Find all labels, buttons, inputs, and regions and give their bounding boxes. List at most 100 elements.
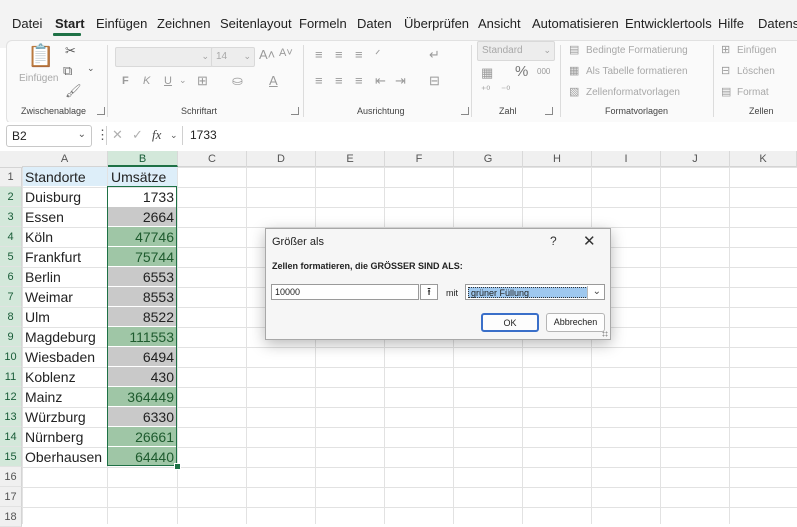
row-header-6[interactable]: 6 xyxy=(0,267,22,287)
cell-a2[interactable]: Duisburg xyxy=(23,187,107,206)
insert-cells-icon[interactable]: ⊞ xyxy=(721,43,730,56)
fill-color-icon[interactable]: ⛀ xyxy=(232,73,243,89)
underline-icon[interactable]: U xyxy=(164,75,172,87)
wrap-text-icon[interactable]: ↵ xyxy=(429,47,440,63)
cancel-icon[interactable]: ✕ xyxy=(112,127,123,143)
row-header-16[interactable]: 16 xyxy=(0,467,22,487)
format-as-table-button[interactable]: Als Tabelle formatieren xyxy=(586,66,688,77)
thousands-icon[interactable]: 000 xyxy=(537,67,550,76)
resize-grip-icon[interactable] xyxy=(602,331,608,337)
menu-seitenlayout[interactable]: Seitenlayout xyxy=(220,16,292,31)
copy-dropdown-icon[interactable]: ⌄ xyxy=(87,63,95,74)
number-format-select[interactable]: Standard ⌄ xyxy=(477,41,555,61)
cell-a13[interactable]: Würzburg xyxy=(23,407,107,426)
chevron-down-icon[interactable]: ⌄ xyxy=(78,129,86,140)
cell-b2[interactable]: 1733 xyxy=(108,187,177,206)
cell-b7[interactable]: 8553 xyxy=(108,287,177,306)
cell-a9[interactable]: Magdeburg xyxy=(23,327,107,346)
menu-automatisieren[interactable]: Automatisieren xyxy=(532,16,619,31)
row-header-17[interactable]: 17 xyxy=(0,487,22,507)
menu-entwicklertools[interactable]: Entwicklertools xyxy=(625,16,712,31)
column-header-c[interactable]: C xyxy=(178,151,247,167)
select-all-corner[interactable] xyxy=(0,151,23,168)
format-painter-icon[interactable]: 🖌 xyxy=(65,83,82,99)
cell-b3[interactable]: 2664 xyxy=(108,207,177,226)
increase-decimal-icon[interactable]: ⁺⁰ xyxy=(481,85,490,96)
help-icon[interactable]: ? xyxy=(550,234,557,248)
conditional-formatting-button[interactable]: Bedingte Formatierung xyxy=(586,45,688,56)
font-color-icon[interactable]: A xyxy=(269,73,278,88)
menu-start[interactable]: Start xyxy=(55,16,85,31)
close-icon[interactable]: ✕ xyxy=(583,232,596,250)
borders-icon[interactable]: ⊞ xyxy=(197,73,208,89)
cell-styles-icon[interactable]: ▧ xyxy=(569,85,579,98)
cut-icon[interactable]: ✂ xyxy=(65,43,76,59)
fill-handle[interactable] xyxy=(174,463,181,470)
column-header-e[interactable]: E xyxy=(316,151,385,167)
menu-datenst[interactable]: Datenst xyxy=(758,16,797,31)
align-left-icon[interactable]: ≡ xyxy=(315,73,323,88)
cell-a10[interactable]: Wiesbaden xyxy=(23,347,107,366)
row-header-14[interactable]: 14 xyxy=(0,427,22,447)
cell-a14[interactable]: Nürnberg xyxy=(23,427,107,446)
column-header-f[interactable]: F xyxy=(385,151,454,167)
grow-font-icon[interactable]: A˄ xyxy=(259,47,275,62)
orientation-icon[interactable]: ᐟ xyxy=(375,47,381,63)
enter-icon[interactable]: ✓ xyxy=(132,127,143,143)
row-header-11[interactable]: 11 xyxy=(0,367,22,387)
cell-b1[interactable]: Umsätze xyxy=(108,167,177,186)
percent-icon[interactable]: % xyxy=(515,63,528,80)
align-center-icon[interactable]: ≡ xyxy=(335,73,343,88)
format-cells-icon[interactable]: ▤ xyxy=(721,85,731,98)
currency-icon[interactable]: ▦ xyxy=(481,65,493,81)
insert-cells-button[interactable]: Einfügen xyxy=(737,45,776,56)
column-header-h[interactable]: H xyxy=(523,151,592,167)
underline-dropdown-icon[interactable]: ⌄ xyxy=(179,75,187,86)
cell-b14[interactable]: 26661 xyxy=(108,427,177,446)
cancel-button[interactable]: Abbrechen xyxy=(546,313,605,332)
column-header-a[interactable]: A xyxy=(22,151,108,167)
name-box[interactable]: B2 ⌄ xyxy=(6,125,92,147)
more-options-icon[interactable]: ⋮ xyxy=(96,127,109,143)
cell-a7[interactable]: Weimar xyxy=(23,287,107,306)
column-header-j[interactable]: J xyxy=(661,151,730,167)
menu-ansicht[interactable]: Ansicht xyxy=(478,16,521,31)
cell-styles-button[interactable]: Zellenformatvorlagen xyxy=(586,87,680,98)
cell-b15[interactable]: 64440 xyxy=(108,447,177,466)
cell-b13[interactable]: 6330 xyxy=(108,407,177,426)
menu-ueberpruefen[interactable]: Überprüfen xyxy=(404,16,469,31)
cell-b4[interactable]: 47746 xyxy=(108,227,177,246)
menu-daten[interactable]: Daten xyxy=(357,16,392,31)
menu-zeichnen[interactable]: Zeichnen xyxy=(157,16,210,31)
alignment-launcher-icon[interactable] xyxy=(461,107,469,115)
align-middle-icon[interactable]: ≡ xyxy=(335,47,343,62)
row-header-7[interactable]: 7 xyxy=(0,287,22,307)
format-as-table-icon[interactable]: ▦ xyxy=(569,64,579,77)
row-header-9[interactable]: 9 xyxy=(0,327,22,347)
italic-icon[interactable]: K xyxy=(143,75,150,87)
cell-b9[interactable]: 111553 xyxy=(108,327,177,346)
cell-a4[interactable]: Köln xyxy=(23,227,107,246)
align-bottom-icon[interactable]: ≡ xyxy=(355,47,363,62)
cell-b10[interactable]: 6494 xyxy=(108,347,177,366)
font-size-select[interactable]: 14 ⌄ xyxy=(211,47,255,67)
cell-a15[interactable]: Oberhausen xyxy=(23,447,107,466)
clipboard-launcher-icon[interactable] xyxy=(97,107,105,115)
cell-a12[interactable]: Mainz xyxy=(23,387,107,406)
column-header-k[interactable]: K xyxy=(730,151,797,167)
increase-indent-icon[interactable]: ⇥ xyxy=(395,73,406,89)
paste-label[interactable]: Einfügen xyxy=(19,73,58,84)
format-select[interactable]: grüner Füllung ⌄ xyxy=(465,284,605,300)
cell-b12[interactable]: 364449 xyxy=(108,387,177,406)
cell-a3[interactable]: Essen xyxy=(23,207,107,226)
cell-b5[interactable]: 75744 xyxy=(108,247,177,266)
cell-a6[interactable]: Berlin xyxy=(23,267,107,286)
row-header-4[interactable]: 4 xyxy=(0,227,22,247)
cell-a8[interactable]: Ulm xyxy=(23,307,107,326)
number-launcher-icon[interactable] xyxy=(545,107,553,115)
font-launcher-icon[interactable] xyxy=(291,107,299,115)
row-header-3[interactable]: 3 xyxy=(0,207,22,227)
font-name-select[interactable]: ⌄ xyxy=(115,47,213,67)
bold-icon[interactable]: F xyxy=(122,75,129,87)
insert-function-icon[interactable]: fx xyxy=(152,127,161,143)
